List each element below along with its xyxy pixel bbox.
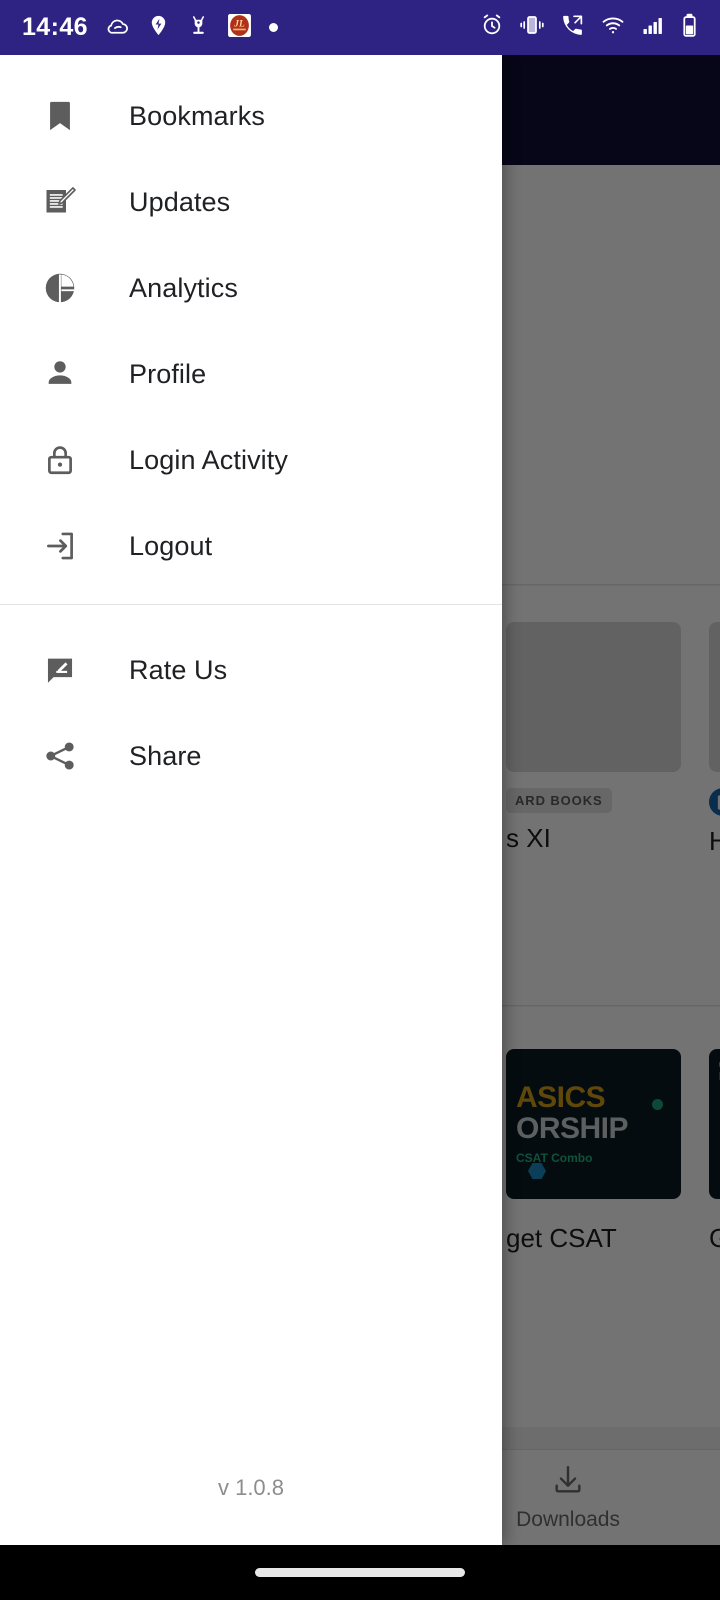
location-pin-icon [147, 13, 170, 43]
status-bar-left: 14:46 JL [22, 13, 278, 43]
vibrate-icon [519, 13, 545, 42]
status-clock: 14:46 [22, 13, 88, 41]
home-indicator[interactable] [255, 1568, 465, 1577]
scooter-icon [187, 13, 210, 43]
pie-chart-icon [22, 270, 98, 306]
drawer-label-updates: Updates [129, 186, 231, 217]
notification-dot-icon [268, 23, 278, 32]
share-icon [22, 739, 98, 773]
svg-text:JL: JL [233, 19, 245, 29]
drawer-item-analytics[interactable]: Analytics [0, 245, 502, 331]
drawer-secondary-list: Rate Us Share [0, 605, 502, 799]
drawer-item-logout[interactable]: Logout [0, 503, 502, 589]
drawer-label-share: Share [129, 740, 202, 771]
drawer-label-rate-us: Rate Us [129, 654, 228, 685]
gesture-navigation-bar [0, 1545, 720, 1600]
alarm-icon [480, 13, 504, 42]
wifi-icon [600, 13, 626, 42]
drawer-item-share[interactable]: Share [0, 713, 502, 799]
drawer-primary-list: Bookmarks Updates Analytics Profile Logi… [0, 55, 502, 589]
drawer-item-rate-us[interactable]: Rate Us [0, 627, 502, 713]
drawer-label-analytics: Analytics [129, 272, 238, 303]
rate-review-icon [22, 653, 98, 687]
drawer-label-bookmarks: Bookmarks [129, 100, 265, 131]
drawer-item-updates[interactable]: Updates [0, 159, 502, 245]
person-icon [22, 357, 98, 391]
app-badge-icon: JL [227, 13, 252, 43]
drawer-item-profile[interactable]: Profile [0, 331, 502, 417]
drawer-label-logout: Logout [129, 530, 213, 561]
call-missed-icon [560, 13, 585, 43]
signal-icon [641, 13, 666, 42]
bookmark-icon [22, 99, 98, 133]
navigation-drawer: Bookmarks Updates Analytics Profile Logi… [0, 55, 502, 1545]
drawer-item-login-activity[interactable]: Login Activity [0, 417, 502, 503]
battery-icon [681, 13, 698, 43]
app-version-label: v 1.0.8 [217, 1475, 285, 1500]
status-bar: 14:46 JL [0, 0, 720, 55]
drawer-label-login-activity: Login Activity [129, 444, 288, 475]
weather-cloud-icon [105, 13, 130, 43]
status-bar-right [480, 13, 698, 43]
drawer-item-bookmarks[interactable]: Bookmarks [0, 73, 502, 159]
logout-arrow-icon [22, 529, 98, 563]
lock-icon [22, 443, 98, 477]
note-edit-icon [22, 184, 98, 220]
phone-screen: ARD BOOKS s XI TA [0, 0, 720, 1600]
drawer-label-profile: Profile [129, 358, 207, 389]
